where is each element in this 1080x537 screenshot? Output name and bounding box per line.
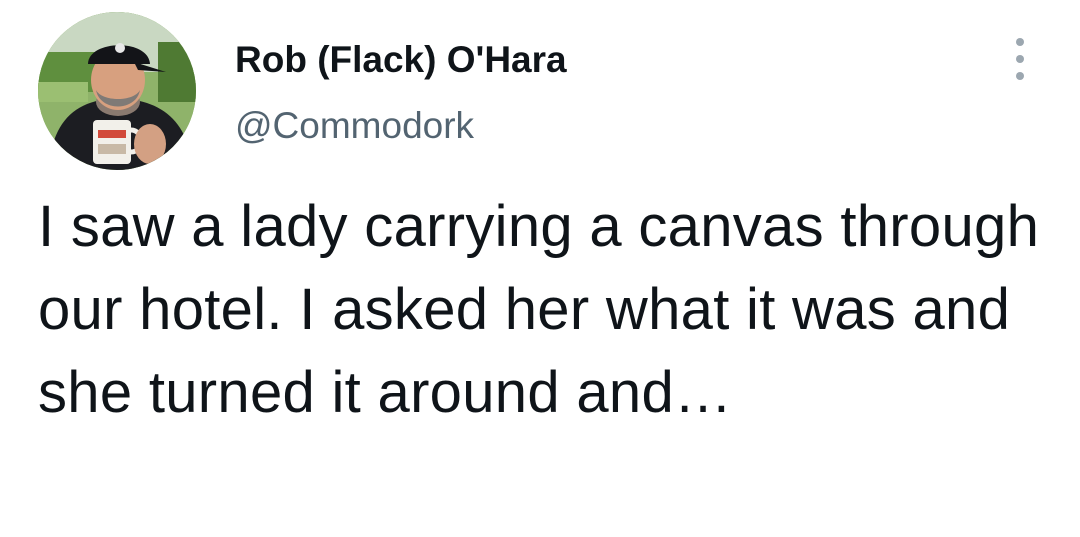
author-handle[interactable]: @Commodork xyxy=(235,104,474,148)
more-vertical-icon-dot xyxy=(1016,55,1024,63)
tweet-text: I saw a lady carrying a canvas through o… xyxy=(38,194,1040,425)
avatar[interactable] xyxy=(38,12,196,170)
more-vertical-icon-dot xyxy=(1016,72,1024,80)
tweet-card: Rob (Flack) O'Hara @Commodork I saw a la… xyxy=(0,0,1080,537)
more-options-button[interactable] xyxy=(1004,36,1036,82)
avatar-photo xyxy=(38,12,196,170)
author-name[interactable]: Rob (Flack) O'Hara xyxy=(235,38,567,82)
more-vertical-icon xyxy=(1016,38,1024,46)
